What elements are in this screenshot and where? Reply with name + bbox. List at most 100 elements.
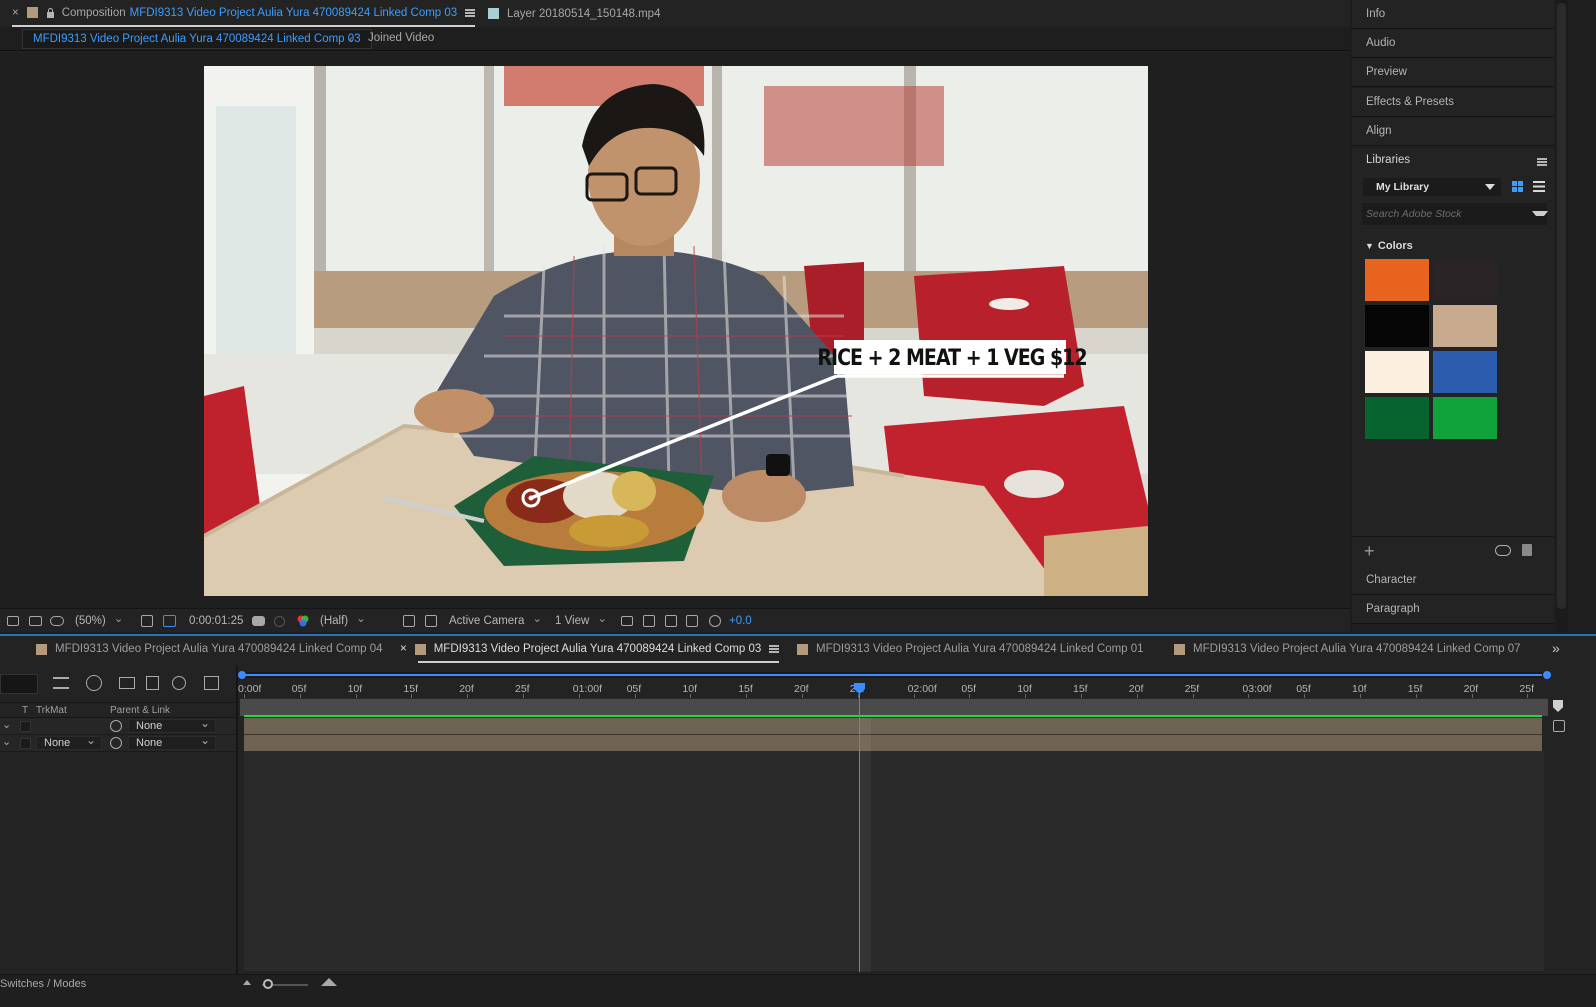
breadcrumb-item-joined-video[interactable]: Joined Video [368,32,434,44]
resolution-select[interactable]: (Half) [320,613,394,629]
libraries-menu-icon[interactable] [1537,158,1547,166]
zoom-in-icon[interactable] [321,978,337,986]
playhead[interactable] [859,684,860,972]
mask-visibility-icon[interactable] [50,613,64,629]
grid-view-icon[interactable] [1512,181,1523,192]
color-swatch[interactable] [1433,397,1497,439]
layer-duration-bar[interactable] [244,735,1542,752]
zoom-slider-thumb[interactable] [263,979,273,989]
monitor-icon[interactable] [29,613,42,629]
timeline-search-input[interactable] [0,674,38,694]
tab-composition[interactable]: × Composition MFDI9313 Video Project Aul… [12,0,476,27]
motion-blur-icon[interactable] [172,676,186,690]
work-area-end-marker[interactable] [1553,700,1563,712]
comp-marker-bin-icon[interactable] [1553,720,1565,732]
color-swatch[interactable] [1365,351,1429,393]
panel-info[interactable]: Info [1352,0,1554,29]
work-area-bar[interactable] [240,698,1548,716]
frame-blending-icon[interactable] [146,676,159,690]
timeline-track-area[interactable] [244,751,1544,971]
current-time[interactable]: 0:00:01:25 [189,613,243,629]
panel-audio[interactable]: Audio [1352,29,1554,58]
close-icon[interactable]: × [12,7,19,19]
more-tabs-icon[interactable]: » [1552,640,1560,656]
graph-editor-icon[interactable] [204,676,219,690]
fit-icon[interactable] [141,613,153,629]
transparency-grid-icon[interactable] [403,613,415,629]
always-preview-icon[interactable] [7,613,19,629]
column-trkmat[interactable]: TrkMat [36,705,67,716]
column-parent-link[interactable]: Parent & Link [110,705,170,716]
timeline-icon[interactable] [665,613,677,629]
breadcrumb-item-comp03[interactable]: MFDI9313 Video Project Aulia Yura 470089… [22,29,372,49]
parent-select[interactable]: None [128,733,216,750]
expand-icon[interactable]: ⌄ [2,718,11,731]
region-of-interest-icon[interactable] [163,613,176,629]
add-icon[interactable]: + [1364,541,1375,562]
color-swatch[interactable] [1433,305,1497,347]
parent-select[interactable]: None [128,716,216,733]
video-frame[interactable]: RICE + 2 MEAT + 1 VEG $12 [204,66,1148,596]
tab-layer[interactable]: Layer 20180514_150148.mp4 [488,0,660,27]
composition-viewer[interactable]: RICE + 2 MEAT + 1 VEG $12 [0,52,1350,608]
panel-preview[interactable]: Preview [1352,58,1554,87]
timeline-tab-comp04[interactable]: MFDI9313 Video Project Aulia Yura 470089… [36,643,383,655]
trkmat-select[interactable]: None [36,733,102,750]
scroll-thumb[interactable] [1557,3,1566,609]
color-swatch[interactable] [1433,351,1497,393]
flowchart-icon[interactable] [686,613,698,629]
library-select[interactable]: My Library [1363,178,1501,196]
timeline-tab-comp03[interactable]: × MFDI9313 Video Project Aulia Yura 4700… [400,643,780,663]
lock-icon[interactable] [46,7,54,18]
color-swatch[interactable] [1433,259,1497,301]
zoom-select[interactable]: (50%) [75,613,133,629]
expand-icon[interactable]: ⌄ [2,735,11,748]
color-swatch[interactable] [1365,305,1429,347]
panel-menu-icon[interactable] [465,8,476,17]
color-swatch[interactable] [1365,259,1429,301]
timeline-tab-comp07[interactable]: MFDI9313 Video Project Aulia Yura 470089… [1174,643,1521,655]
switches-modes-toggle[interactable]: Switches / Modes [0,978,86,990]
close-icon[interactable]: × [400,643,407,655]
list-view-icon[interactable] [1533,181,1545,192]
layer-duration-bar[interactable] [244,718,1542,735]
search-dropdown-icon[interactable] [1532,211,1548,216]
column-t[interactable]: T [22,705,28,716]
exposure-value[interactable]: +0.0 [729,613,752,629]
toggle-pixel-aspect-icon[interactable] [621,613,633,629]
right-panel-scrollbar[interactable] [1556,0,1568,632]
creative-cloud-icon[interactable] [1495,545,1511,556]
view-layout-select[interactable]: 1 View [555,613,613,629]
layer-row[interactable]: ⌄ None None [0,733,236,752]
colors-section-header[interactable]: ▼ Colors [1365,240,1413,252]
panel-effects-presets[interactable]: Effects & Presets [1352,88,1554,117]
libraries-footer: + [1352,536,1554,566]
color-channels-icon[interactable] [296,613,310,629]
zoom-out-icon[interactable] [243,980,251,985]
camera-icon[interactable] [252,613,265,629]
grid-icon[interactable] [425,613,437,629]
tab-composition-name: MFDI9313 Video Project Aulia Yura 470089… [129,6,458,19]
trkmat-checkbox[interactable] [20,738,31,749]
timeline-tab-comp01[interactable]: MFDI9313 Video Project Aulia Yura 470089… [797,643,1144,655]
comp-mini-flowchart-icon[interactable] [53,677,69,689]
fast-previews-icon[interactable] [643,613,655,629]
pickwhip-icon[interactable] [110,737,122,749]
show-snapshot-icon[interactable] [274,613,285,629]
pickwhip-icon[interactable] [110,720,122,732]
shy-layers-icon[interactable] [119,677,135,689]
draft-3d-icon[interactable] [86,675,102,691]
color-swatch[interactable] [1365,397,1429,439]
reset-exposure-icon[interactable] [709,613,721,629]
composition-tab-bar: × Composition MFDI9313 Video Project Aul… [0,0,1350,27]
panel-paragraph[interactable]: Paragraph [1352,595,1554,624]
camera-select[interactable]: Active Camera [449,613,543,629]
search-stock-input[interactable]: Search Adobe Stock [1362,203,1547,225]
time-ruler[interactable]: 0:00f05f10f15f20f25f01:00f05f10f15f20f25… [238,668,1551,699]
panel-menu-icon[interactable] [769,645,780,653]
trkmat-checkbox[interactable] [20,721,31,732]
pane-divider[interactable] [236,666,238,974]
panel-align[interactable]: Align [1352,117,1554,146]
trash-icon[interactable] [1522,544,1532,556]
panel-character[interactable]: Character [1352,566,1554,595]
